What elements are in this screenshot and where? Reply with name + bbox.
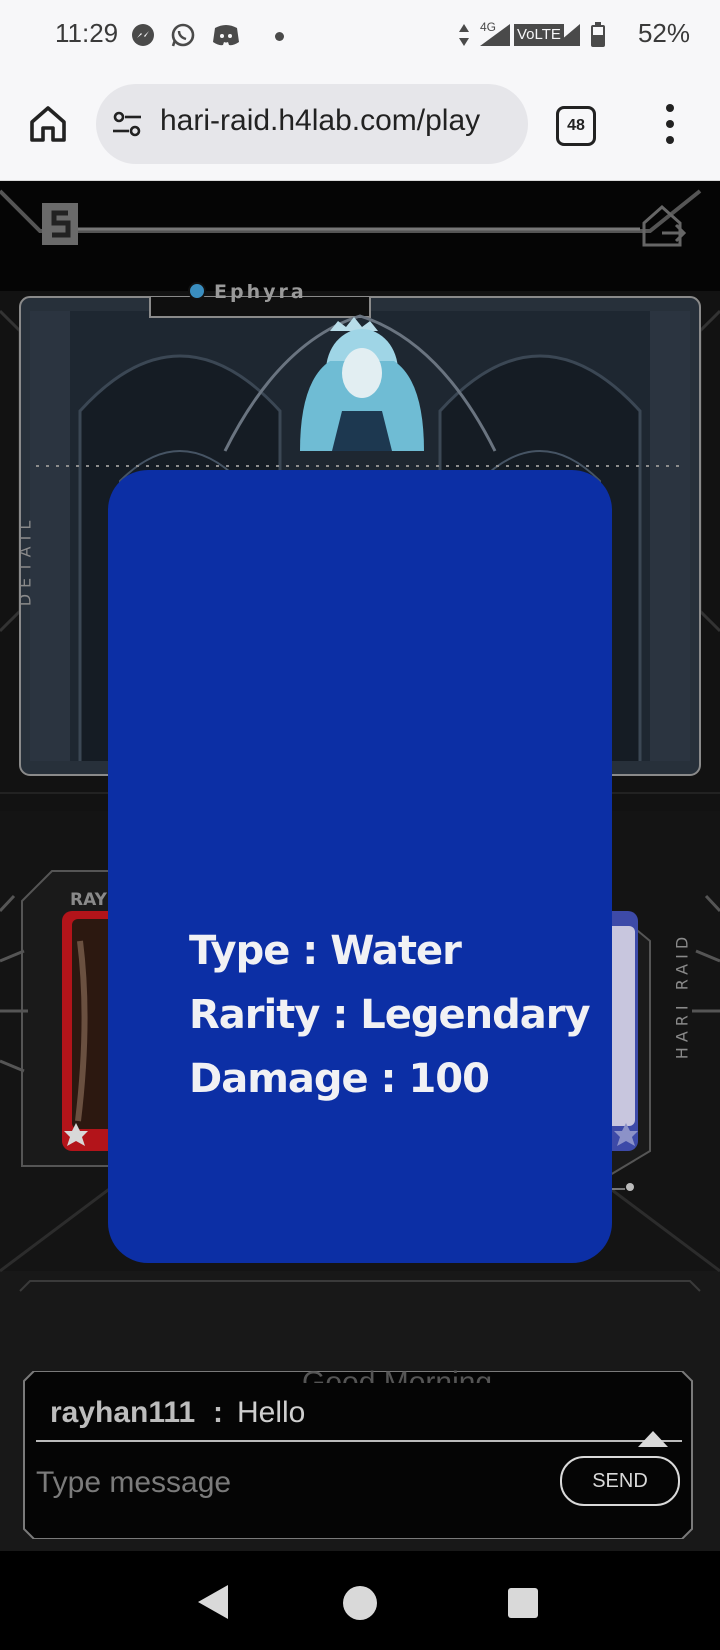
url-text[interactable]: hari-raid.h4lab.com/play: [160, 104, 520, 138]
chat-username: rayhan111: [50, 1396, 196, 1429]
boss-name: Ephyra: [214, 281, 307, 303]
player-card-label: RAYI: [70, 890, 114, 910]
chat-previous-message: Good Morning: [302, 1366, 493, 1383]
status-time: 11:29: [55, 18, 119, 48]
site-settings-icon[interactable]: [112, 110, 142, 138]
recents-icon[interactable]: [505, 1585, 541, 1621]
tab-switcher-button[interactable]: 48: [556, 106, 596, 146]
card-damage: Damage : 100: [189, 1056, 490, 1102]
battery-icon: [591, 22, 605, 47]
back-icon[interactable]: [178, 1583, 240, 1621]
chat-message-input[interactable]: [34, 1459, 528, 1507]
chat-message: Hello: [237, 1396, 306, 1429]
chat-separator: :: [213, 1396, 223, 1429]
discord-icon: [213, 25, 239, 46]
status-bar: 11:29 4G VoLTE 52%: [0, 0, 720, 72]
detail-tab[interactable]: DETAIL: [16, 506, 35, 616]
exit-icon[interactable]: [640, 203, 686, 247]
messenger-icon: [132, 24, 154, 46]
card-type: Type : Water: [189, 928, 462, 974]
logo-icon[interactable]: [38, 199, 82, 249]
more-options-icon[interactable]: [660, 102, 680, 146]
home-nav-icon[interactable]: [340, 1583, 380, 1623]
system-nav-bar: [0, 1551, 720, 1650]
card-rarity: Rarity : Legendary: [189, 992, 591, 1038]
home-icon[interactable]: [26, 102, 70, 146]
card-detail-modal[interactable]: Type : Water Rarity : Legendary Damage :…: [108, 470, 612, 1263]
browser-toolbar: hari-raid.h4lab.com/play 48: [0, 72, 720, 181]
battery-percent: 52%: [637, 18, 690, 48]
hari-raid-tab[interactable]: HARI RAID: [673, 931, 692, 1061]
chat-expand-icon[interactable]: [636, 1427, 670, 1449]
address-bar[interactable]: hari-raid.h4lab.com/play: [96, 84, 528, 164]
signal-2-icon: [554, 24, 580, 46]
notification-dot-icon: [275, 32, 284, 41]
data-arrows-icon: [459, 24, 469, 46]
signal-icon: [480, 24, 510, 46]
whatsapp-icon: [171, 23, 195, 47]
send-button[interactable]: SEND: [560, 1456, 680, 1506]
